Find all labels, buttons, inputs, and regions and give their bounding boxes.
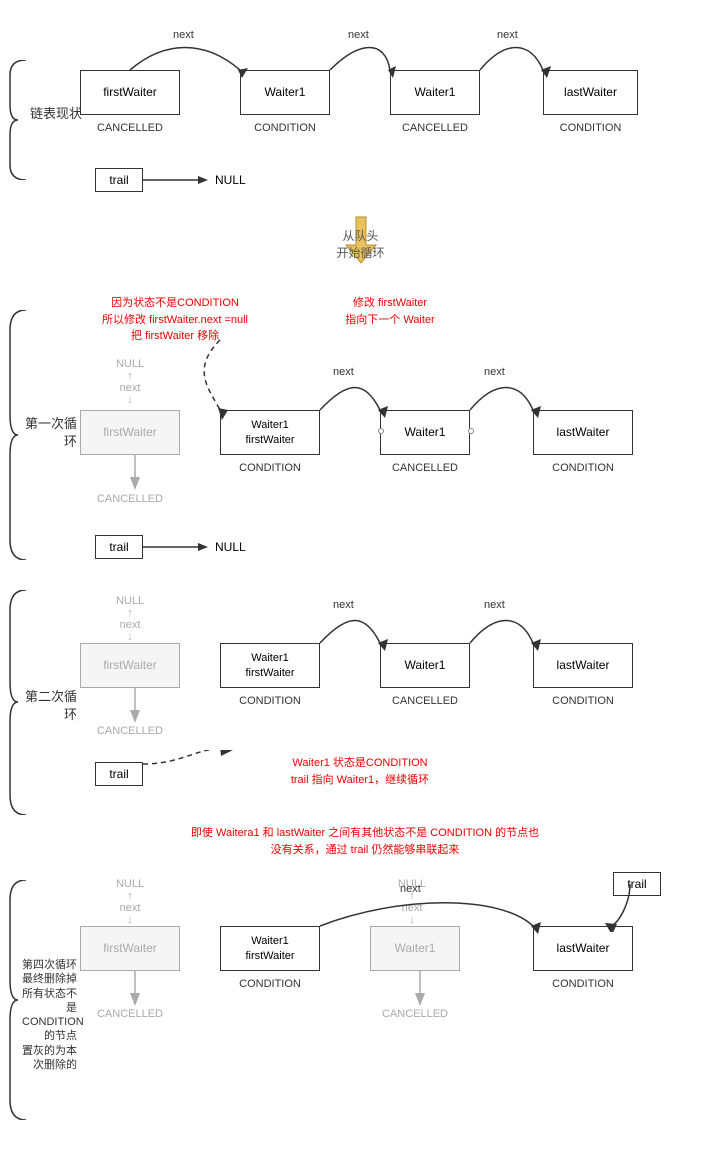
status-cancelled-1a: CANCELLED: [80, 122, 180, 134]
node-firstwaiter-4-grey: firstWaiter: [80, 926, 180, 971]
node-waiter1-4-grey: Waiter1: [370, 926, 460, 971]
node-waiter1-1a: Waiter1: [240, 70, 330, 115]
status-condition-4b: CONDITION: [533, 978, 633, 990]
null-above-4b: NULL↑next↓: [382, 878, 442, 926]
node-waiter1-1b: Waiter1: [390, 70, 480, 115]
annotation-second-loop-bottom: Waiter1 状态是CONDITIONtrail 指向 Waiter1，继续循…: [250, 755, 470, 788]
loop-start-header: 从队头开始循环: [0, 215, 721, 265]
grey-arrow-down-4b: [410, 971, 430, 1006]
null-above-3: NULL↑next↓: [100, 595, 160, 643]
node-firstwaiter-1: firstWaiter: [80, 70, 180, 115]
trail-arrow-2: [143, 535, 223, 559]
node-waiter1-firstwaiter-2: Waiter1firstWaiter: [220, 410, 320, 455]
node-waiter1-firstwaiter-4: Waiter1firstWaiter: [220, 926, 320, 971]
node-waiter1-2: Waiter1: [380, 410, 470, 455]
svg-text:next: next: [333, 599, 354, 611]
trail-arrow-1: [143, 168, 223, 192]
section-label-chain: 链表现状: [22, 105, 82, 123]
loop-start-label: 从队头开始循环: [336, 227, 384, 261]
status-cancelled-1b: CANCELLED: [390, 122, 480, 134]
grey-arrow-down-4a: [125, 971, 145, 1006]
node-waiter1-3: Waiter1: [380, 643, 470, 688]
status-condition-3b: CONDITION: [533, 695, 633, 707]
null-above-4a: NULL↑next↓: [100, 878, 160, 926]
svg-text:next: next: [484, 599, 505, 611]
node-lastwaiter-1: lastWaiter: [543, 70, 638, 115]
dot-left-waiter1: [378, 428, 384, 434]
trail-to-lastwaiter-4: [580, 872, 660, 932]
status-condition-1b: CONDITION: [543, 122, 638, 134]
status-cancelled-2grey: CANCELLED: [80, 493, 180, 505]
dot-right-waiter1: [468, 428, 474, 434]
grey-arrow-down-3: [125, 688, 145, 723]
trail-box-1: trail: [95, 168, 143, 192]
section-label-fourth-loop: 第四次循环最终删除掉所有状态不是CONDITION的节点置灰的为本次删除的: [22, 958, 77, 1072]
null-above-first: NULL↑next↓: [100, 358, 160, 406]
node-lastwaiter-3: lastWaiter: [533, 643, 633, 688]
node-firstwaiter-3-grey: firstWaiter: [80, 643, 180, 688]
annotation-first-right: 修改 firstWaiter指向下一个 Waiter: [310, 295, 470, 328]
status-cancelled-2b: CANCELLED: [380, 462, 470, 474]
status-cancelled-3grey: CANCELLED: [80, 725, 180, 737]
trail-box-3: trail: [95, 762, 143, 786]
status-cancelled-4a: CANCELLED: [80, 1008, 180, 1020]
svg-text:next: next: [497, 29, 518, 41]
node-firstwaiter-2-grey: firstWaiter: [80, 410, 180, 455]
status-condition-2a: CONDITION: [220, 462, 320, 474]
status-condition-1a: CONDITION: [240, 122, 330, 134]
annotation-fourth-loop-top: 即使 Waitera1 和 lastWaiter 之间有其他状态不是 CONDI…: [70, 825, 660, 858]
status-condition-4a: CONDITION: [220, 978, 320, 990]
status-cancelled-3b: CANCELLED: [380, 695, 470, 707]
status-cancelled-4b: CANCELLED: [370, 1008, 460, 1020]
node-lastwaiter-2: lastWaiter: [533, 410, 633, 455]
status-condition-3a: CONDITION: [220, 695, 320, 707]
svg-text:next: next: [348, 29, 369, 41]
section-label-first-loop: 第一次循环: [22, 415, 77, 451]
trail-dashed-arrow-3: [143, 750, 243, 790]
null-label-2: NULL: [215, 540, 246, 554]
node-waiter1-firstwaiter-3: Waiter1firstWaiter: [220, 643, 320, 688]
trail-box-2: trail: [95, 535, 143, 559]
svg-text:next: next: [484, 366, 505, 378]
status-condition-2b: CONDITION: [533, 462, 633, 474]
annotation-first-left: 因为状态不是CONDITION所以修改 firstWaiter.next =nu…: [85, 295, 265, 345]
section-label-second-loop: 第二次循环: [22, 688, 77, 724]
svg-text:next: next: [173, 29, 194, 41]
null-label-1: NULL: [215, 173, 246, 187]
svg-text:next: next: [333, 366, 354, 378]
node-lastwaiter-4: lastWaiter: [533, 926, 633, 971]
grey-arrow-down-1: [125, 455, 145, 490]
